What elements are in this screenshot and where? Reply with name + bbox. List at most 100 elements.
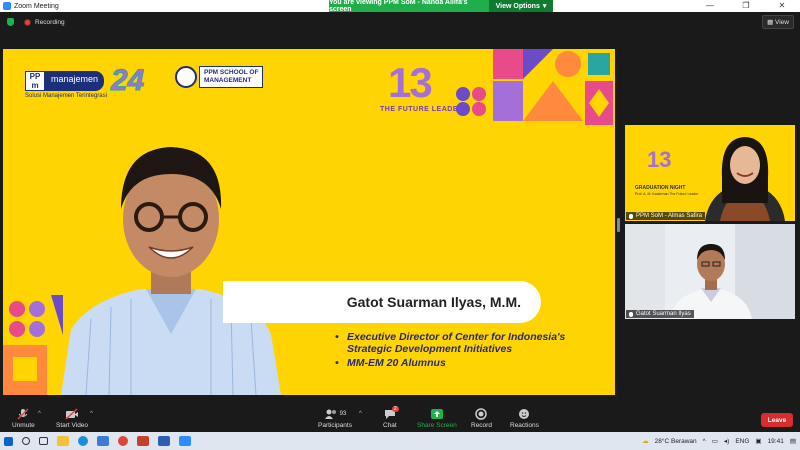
event-subtitle: THE FUTURE LEADER — [380, 106, 464, 113]
participants-icon: 93 — [324, 408, 347, 420]
os-taskbar: ☁ 28°C Berawan ^ ▭ ◂) ENG ▣ 19:41 ▤ — [0, 432, 800, 450]
panel-resize-handle[interactable] — [617, 218, 620, 232]
meet-now-icon[interactable]: ▣ — [755, 437, 761, 445]
thumb-slide-number: 13 — [647, 147, 672, 172]
notifications-icon[interactable]: ▤ — [790, 437, 796, 445]
thumb-slide-heading: GRADUATION NIGHT — [635, 185, 686, 191]
zoom-taskbar-icon[interactable] — [179, 436, 191, 446]
edge-icon[interactable] — [78, 436, 88, 446]
participant-name: PPM SoM - Almas Safira — [636, 213, 703, 219]
file-explorer-icon[interactable] — [57, 436, 69, 446]
network-icon[interactable]: ▭ — [712, 437, 718, 445]
geometric-pattern-top-right — [456, 49, 613, 125]
share-screen-icon — [430, 408, 443, 420]
audio-options-caret[interactable]: ^ — [38, 411, 41, 417]
weather-text[interactable]: 28°C Berawan — [655, 438, 697, 445]
recording-label: Recording — [35, 18, 65, 26]
bullet-item: Executive Director of Center for Indones… — [335, 331, 605, 355]
record-button[interactable]: Record — [471, 408, 492, 429]
store-icon[interactable] — [97, 436, 109, 446]
participant-name-label: Gatot Suarman Ilyas — [626, 310, 694, 318]
maximize-button[interactable]: ❐ — [728, 0, 764, 12]
chat-label: Chat — [383, 422, 397, 429]
participant-video-tile[interactable]: Gatot Suarman Ilyas — [625, 224, 795, 319]
task-view-icon[interactable] — [39, 437, 48, 445]
weather-icon: ☁ — [642, 438, 649, 445]
start-video-label: Start Video — [56, 422, 89, 429]
close-button[interactable]: ✕ — [764, 0, 800, 12]
mic-muted-icon — [17, 408, 29, 420]
search-icon[interactable] — [22, 437, 30, 445]
share-banner: You are viewing PPM SoM - Nanda Allifa's… — [329, 0, 553, 13]
chat-icon: 2 — [384, 406, 399, 420]
participants-count: 93 — [339, 411, 347, 417]
speaker-bullets: Executive Director of Center for Indones… — [335, 331, 605, 371]
word-icon[interactable] — [158, 436, 170, 446]
participant-name-label: PPM SoM - Almas Safira — [626, 212, 706, 220]
participants-options-caret[interactable]: ^ — [359, 411, 362, 417]
participant-video — [705, 137, 785, 221]
language-indicator[interactable]: ENG — [735, 438, 749, 445]
speaker-name-banner: Gatot Suarman Ilyas, M.M. — [223, 281, 541, 323]
ppm-logo-box: PP m — [25, 71, 45, 91]
ppm-school-emblem-icon — [175, 66, 197, 88]
reactions-button[interactable]: Reactions — [510, 408, 539, 429]
anniversary-logo: 24 — [110, 64, 145, 98]
unmute-label: Unmute — [12, 422, 35, 429]
ppm-manajemen-logo: PP mmanajemen Solusi Manajemen Terintegr… — [25, 71, 107, 99]
tray-overflow-icon[interactable]: ^ — [703, 438, 706, 445]
participants-button[interactable]: 93 Participants — [318, 408, 352, 429]
ppm-school-logo-text: PPM SCHOOL OF MANAGEMENT — [199, 66, 264, 88]
view-label: View — [775, 19, 789, 26]
bullet-item: MM-EM 20 Alumnus — [335, 357, 605, 369]
record-icon — [475, 408, 488, 420]
participant-video — [625, 224, 795, 319]
participant-name: Gatot Suarman Ilyas — [636, 311, 691, 317]
smiley-icon — [518, 408, 530, 420]
record-label: Record — [471, 422, 492, 429]
recording-icon — [24, 18, 31, 26]
participants-label: Participants — [318, 422, 352, 429]
school-line-1: PPM SCHOOL OF — [204, 69, 259, 76]
video-options-caret[interactable]: ^ — [90, 411, 93, 417]
leave-button[interactable]: Leave — [761, 413, 793, 427]
chat-badge: 2 — [391, 406, 399, 412]
chrome-icon[interactable] — [118, 436, 128, 446]
share-screen-button[interactable]: Share Screen — [417, 408, 457, 429]
participant-video-tile[interactable]: 13 GRADUATION NIGHT Prof. A. M. Kadarman… — [625, 125, 795, 221]
video-off-icon — [65, 408, 79, 420]
mic-icon — [629, 213, 633, 219]
ppm-logo-tagline: Solusi Manajemen Terintegrasi — [25, 93, 107, 99]
chat-button[interactable]: 2 Chat — [383, 406, 399, 429]
mic-icon — [629, 311, 633, 317]
powerpoint-icon[interactable] — [137, 436, 149, 446]
window-controls: — ❐ ✕ — [692, 0, 800, 12]
security-shield-icon[interactable] — [7, 18, 14, 26]
view-button[interactable]: ▦ View — [762, 15, 794, 29]
windows-start-icon[interactable] — [4, 436, 13, 446]
grid-icon: ▦ — [767, 19, 776, 26]
clock[interactable]: 19:41 — [768, 438, 784, 445]
view-options-button[interactable]: View Options ▾ — [489, 0, 553, 12]
unmute-button[interactable]: Unmute — [12, 408, 35, 429]
volume-icon[interactable]: ◂) — [724, 437, 729, 445]
share-banner-message: You are viewing PPM SoM - Nanda Allifa's… — [329, 0, 489, 13]
minimize-button[interactable]: — — [692, 0, 728, 12]
meeting-topbar: Recording ▦ View — [0, 12, 800, 32]
ppm-logo-name: manajemen — [45, 71, 105, 91]
start-video-button[interactable]: Start Video — [56, 408, 88, 429]
speaker-photo — [61, 147, 281, 395]
window-title: Zoom Meeting — [14, 2, 59, 10]
ppm-school-logo: PPM SCHOOL OF MANAGEMENT — [175, 66, 264, 88]
thumb-slide-small-text: Prof. A. M. Kadarman The Future Leader — [635, 192, 699, 196]
reactions-label: Reactions — [510, 422, 539, 429]
system-tray: ☁ 28°C Berawan ^ ▭ ◂) ENG ▣ 19:41 ▤ — [642, 432, 796, 450]
view-options-label: View Options — [495, 2, 540, 10]
meeting-toolbar: Unmute ^ Start Video ^ 93 Participants ^… — [0, 405, 800, 432]
share-screen-label: Share Screen — [417, 422, 457, 429]
shared-screen: PP mmanajemen Solusi Manajemen Terintegr… — [3, 49, 615, 395]
speaker-name: Gatot Suarman Ilyas, M.M. — [346, 294, 521, 310]
event-number-logo: 13 — [388, 59, 433, 106]
school-line-2: MANAGEMENT — [204, 77, 252, 84]
zoom-app-icon — [3, 2, 11, 10]
